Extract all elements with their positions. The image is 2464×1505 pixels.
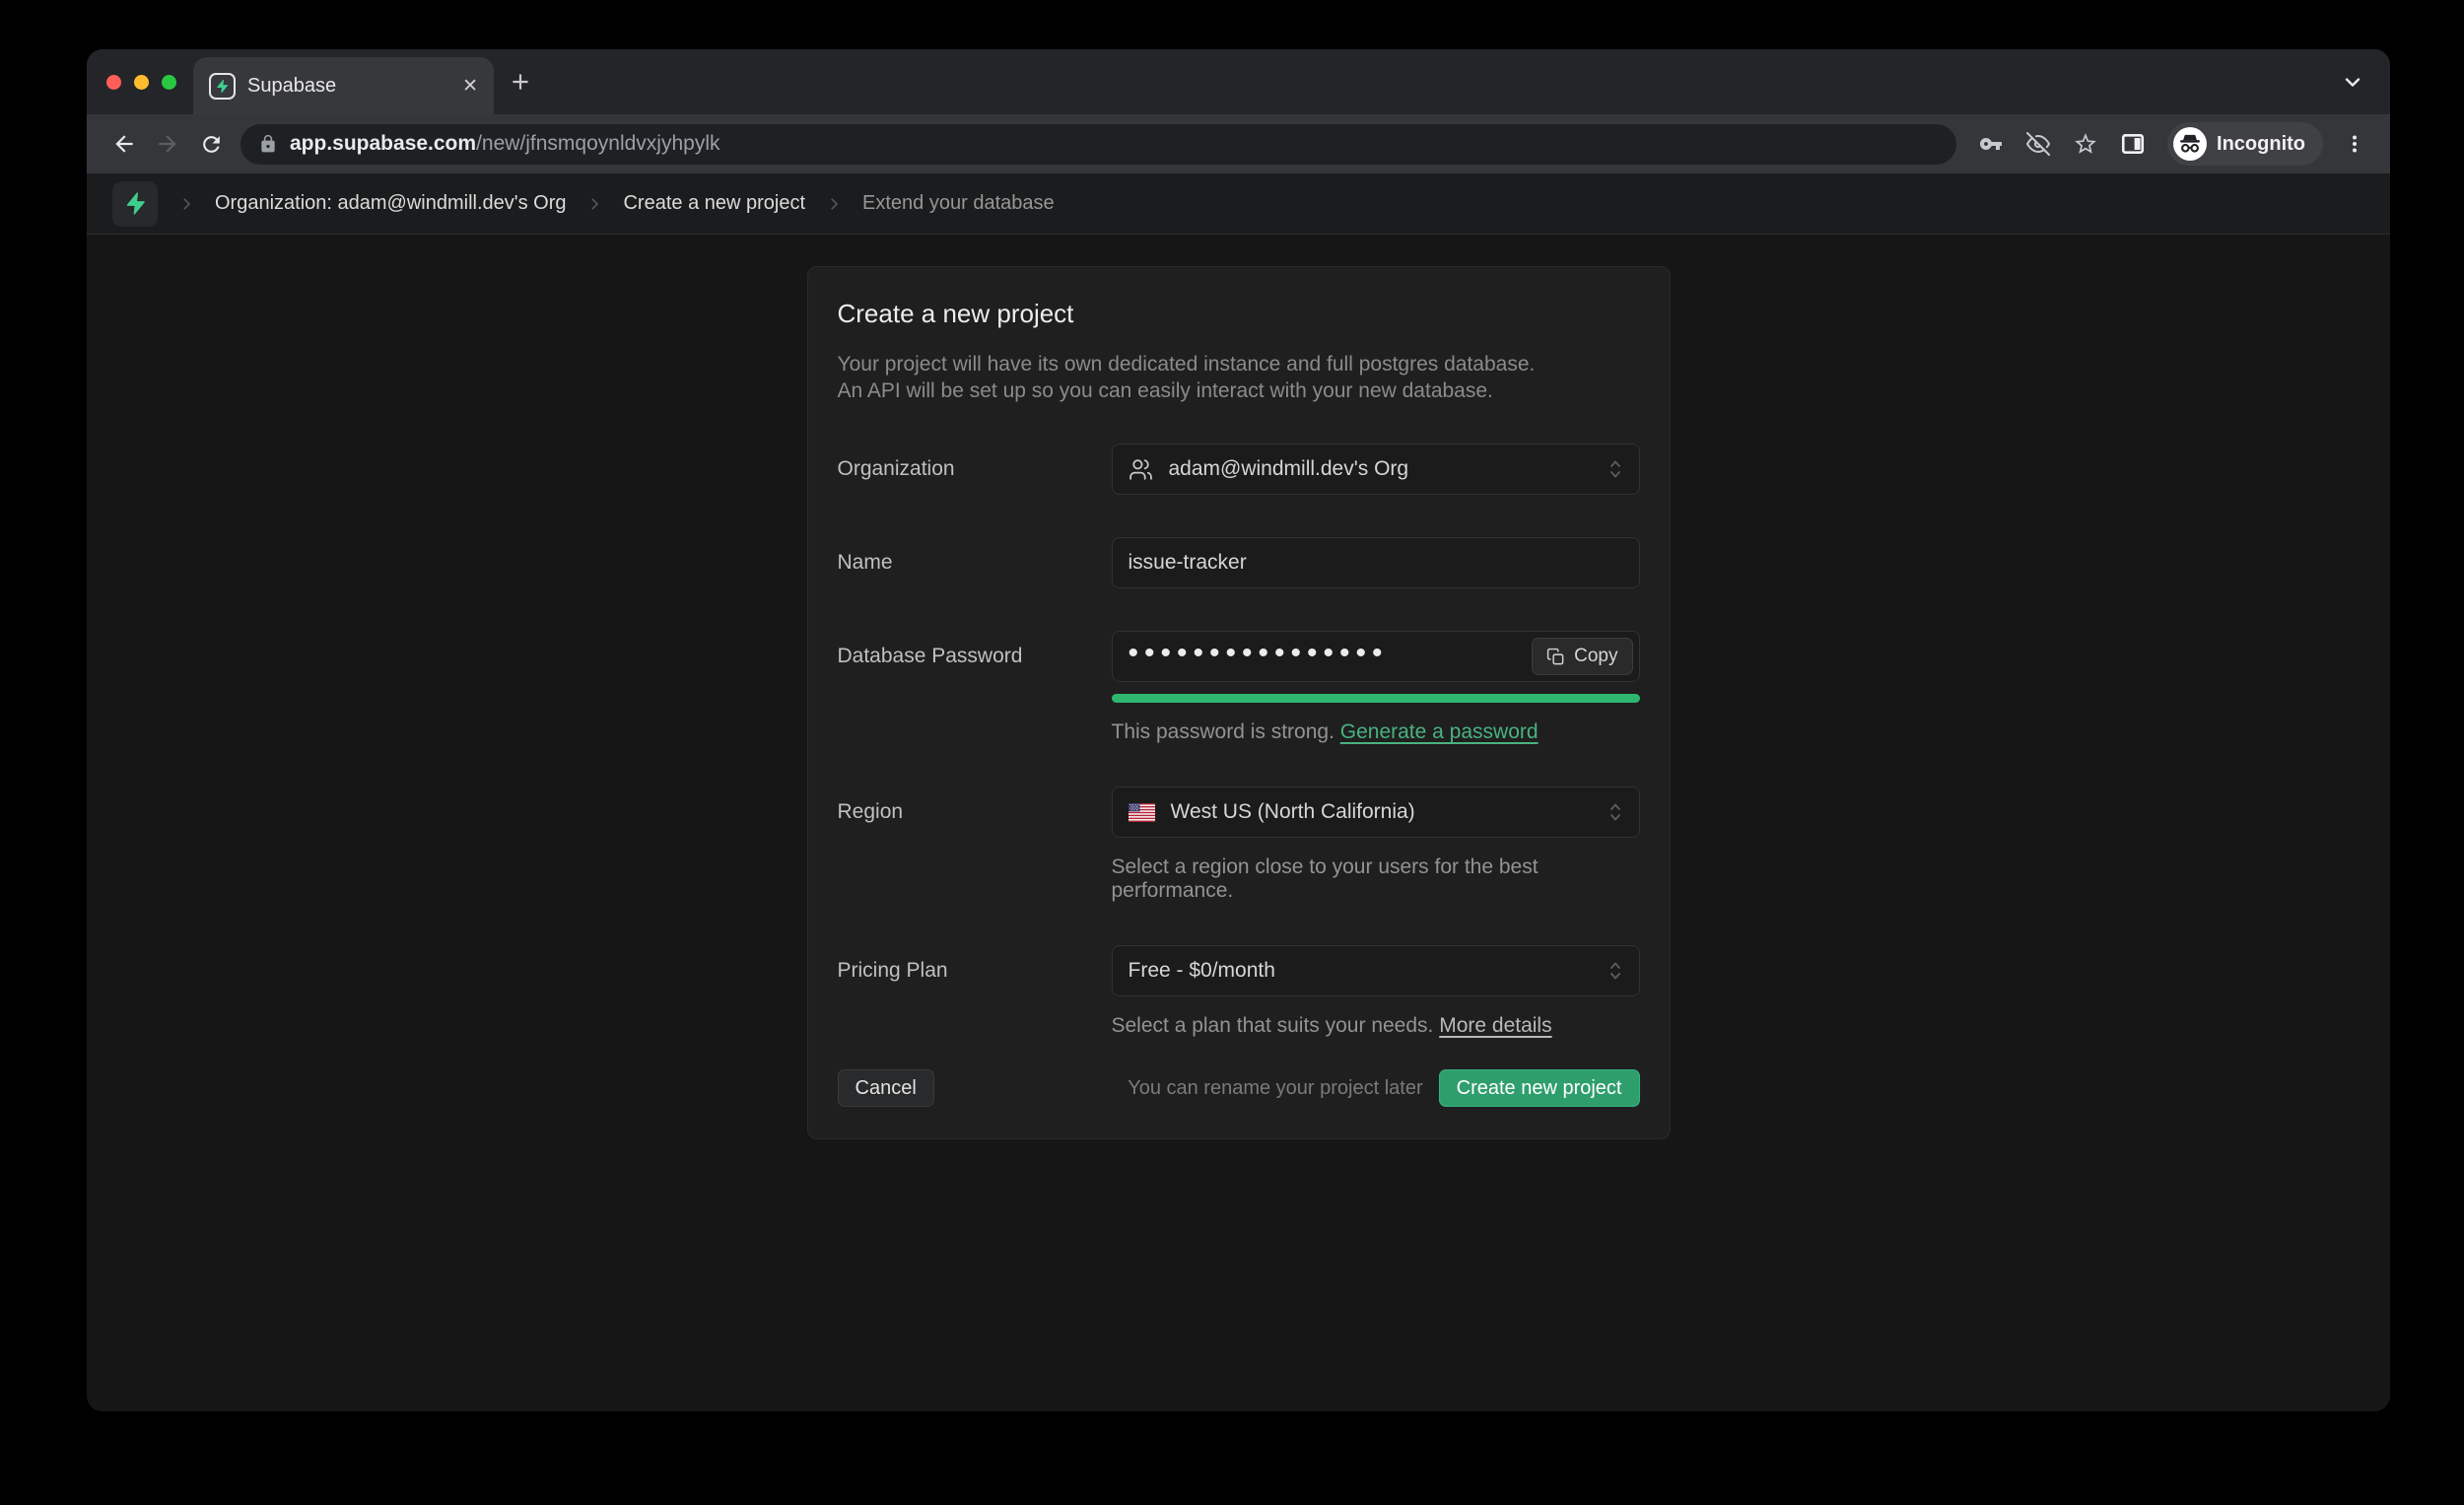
organization-field-row: Organization adam@windmill.dev's Org xyxy=(808,444,1670,495)
region-field-row: Region West US (North California) xyxy=(808,787,1670,903)
region-block: West US (North California) Select a regi… xyxy=(1112,787,1640,903)
chevron-updown-icon xyxy=(1608,799,1623,825)
pricing-helper: Select a plan that suits your needs. Mor… xyxy=(1112,1014,1640,1038)
key-icon[interactable] xyxy=(1970,123,2012,165)
supabase-favicon-icon xyxy=(209,73,236,100)
side-panel-icon[interactable] xyxy=(2112,123,2154,165)
password-label: Database Password xyxy=(838,631,1112,744)
pricing-block: Free - $0/month Select a plan that suits… xyxy=(1112,945,1640,1038)
users-icon xyxy=(1129,457,1153,482)
create-new-project-button[interactable]: Create new project xyxy=(1439,1069,1640,1107)
toolbar-right-icons: Incognito xyxy=(1970,122,2374,166)
browser-menu-button[interactable] xyxy=(2335,123,2374,165)
password-input-wrap: •••••••••••••••• Copy xyxy=(1112,631,1640,682)
minimize-window-button[interactable] xyxy=(134,75,149,90)
region-helper: Select a region close to your users for … xyxy=(1112,855,1640,903)
breadcrumb-create-project[interactable]: Create a new project xyxy=(623,192,805,215)
cancel-button[interactable]: Cancel xyxy=(838,1069,934,1107)
organization-value: adam@windmill.dev's Org xyxy=(1169,457,1409,481)
password-field-row: Database Password •••••••••••••••• xyxy=(808,631,1670,744)
address-bar[interactable]: app.supabase.com/new/jfnsmqoynldvxjyhpyl… xyxy=(240,124,1956,165)
chevron-updown-icon xyxy=(1608,456,1623,482)
region-value: West US (North California) xyxy=(1171,800,1415,824)
breadcrumb-organization[interactable]: Organization: adam@windmill.dev's Org xyxy=(215,192,566,215)
pricing-field-row: Pricing Plan Free - $0/month Select a pl… xyxy=(808,945,1670,1038)
password-strength-text: This password is strong. xyxy=(1112,720,1335,743)
tab-search-chevron-icon[interactable] xyxy=(2341,49,2364,114)
more-details-link[interactable]: More details xyxy=(1439,1014,1551,1037)
password-block: •••••••••••••••• Copy xyxy=(1112,631,1640,744)
pricing-select[interactable]: Free - $0/month xyxy=(1112,945,1640,996)
tab-title: Supabase xyxy=(247,75,462,98)
password-helper: This password is strong. Generate a pass… xyxy=(1112,720,1640,744)
chevron-updown-icon xyxy=(1608,958,1623,984)
us-flag-icon xyxy=(1129,803,1155,822)
name-label: Name xyxy=(838,537,1112,588)
description-line-2: An API will be set up so you can easily … xyxy=(838,377,1640,404)
chevron-right-icon xyxy=(825,195,843,213)
url-domain: app.supabase.com xyxy=(290,132,476,156)
password-masked-value: •••••••••••••••• xyxy=(1129,639,1389,668)
footer-right: You can rename your project later Create… xyxy=(1128,1069,1639,1107)
copy-icon xyxy=(1546,648,1565,666)
incognito-label: Incognito xyxy=(2217,133,2305,156)
tab-strip: Supabase ✕ xyxy=(87,49,2390,114)
name-field-row: Name xyxy=(808,537,1670,588)
reload-button[interactable] xyxy=(189,122,233,166)
card-description: Your project will have its own dedicated… xyxy=(838,351,1640,404)
tab-close-icon[interactable]: ✕ xyxy=(462,77,478,96)
page-content: Create a new project Your project will h… xyxy=(87,235,2390,1411)
window-controls xyxy=(106,49,176,114)
copy-password-button[interactable]: Copy xyxy=(1532,638,1632,675)
password-strength-bar xyxy=(1112,694,1640,703)
pricing-helper-text: Select a plan that suits your needs. xyxy=(1112,1014,1434,1037)
browser-toolbar: app.supabase.com/new/jfnsmqoynldvxjyhpyl… xyxy=(87,114,2390,173)
incognito-badge[interactable]: Incognito xyxy=(2167,122,2323,166)
card-footer: Cancel You can rename your project later… xyxy=(808,1061,1670,1134)
lock-icon xyxy=(258,134,278,154)
create-project-card: Create a new project Your project will h… xyxy=(807,266,1671,1139)
eye-off-icon[interactable] xyxy=(2018,123,2059,165)
generate-password-link[interactable]: Generate a password xyxy=(1340,720,1539,743)
maximize-window-button[interactable] xyxy=(162,75,176,90)
organization-label: Organization xyxy=(838,444,1112,495)
description-line-1: Your project will have its own dedicated… xyxy=(838,351,1640,377)
chevron-right-icon xyxy=(177,195,195,213)
region-select[interactable]: West US (North California) xyxy=(1112,787,1640,838)
chevron-right-icon xyxy=(585,195,603,213)
pricing-label: Pricing Plan xyxy=(838,945,1112,1038)
supabase-logo-icon[interactable] xyxy=(112,181,158,227)
bookmark-star-icon[interactable] xyxy=(2065,123,2106,165)
new-tab-button[interactable] xyxy=(508,49,533,114)
close-window-button[interactable] xyxy=(106,75,121,90)
page-title: Create a new project xyxy=(838,299,1640,329)
browser-tab[interactable]: Supabase ✕ xyxy=(193,57,494,114)
browser-window: Supabase ✕ xyxy=(87,49,2390,1411)
breadcrumb-bar: Organization: adam@windmill.dev's Org Cr… xyxy=(87,173,2390,235)
card-header: Create a new project Your project will h… xyxy=(808,267,1670,404)
organization-select[interactable]: adam@windmill.dev's Org xyxy=(1112,444,1640,495)
rename-note: You can rename your project later xyxy=(1128,1077,1422,1100)
url-path: /new/jfnsmqoynldvxjyhpylk xyxy=(476,132,719,156)
back-button[interactable] xyxy=(103,122,146,166)
pricing-value: Free - $0/month xyxy=(1129,959,1275,983)
incognito-spy-icon xyxy=(2173,127,2207,161)
card-body: Organization adam@windmill.dev's Org xyxy=(808,444,1670,1134)
forward-button[interactable] xyxy=(146,122,189,166)
copy-button-label: Copy xyxy=(1574,646,1617,667)
desktop: Supabase ✕ xyxy=(0,0,2464,1505)
name-input[interactable] xyxy=(1112,537,1640,588)
breadcrumb-extend-database: Extend your database xyxy=(862,192,1055,215)
region-label: Region xyxy=(838,787,1112,903)
